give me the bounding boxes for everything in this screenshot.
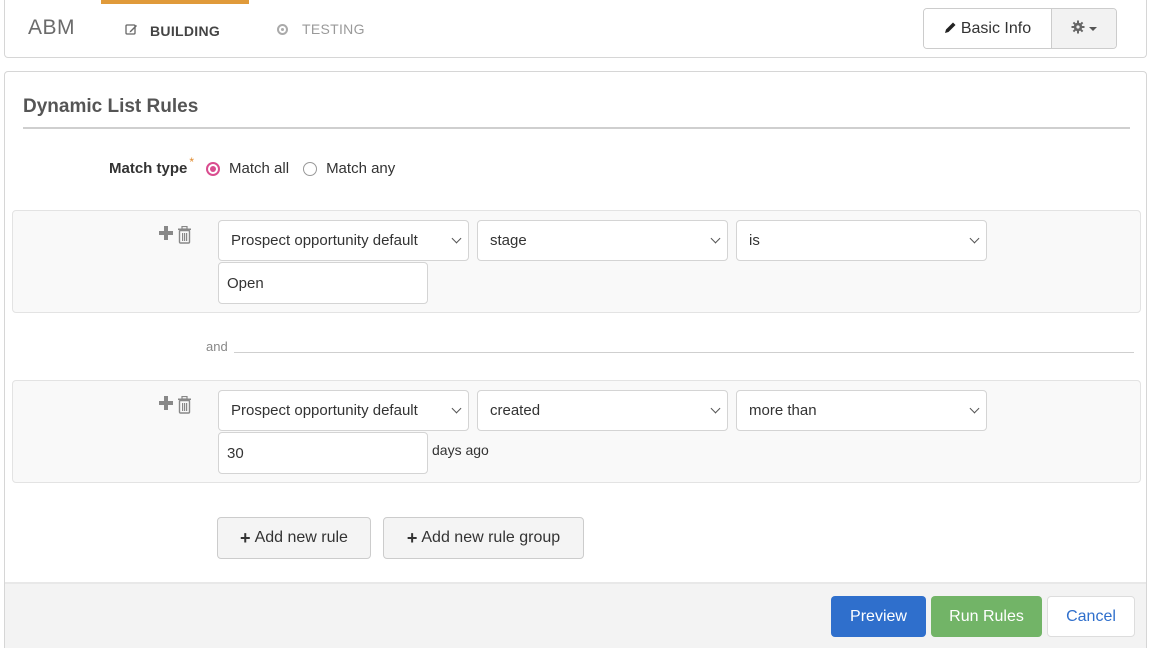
rule-row: Prospect opportunity default stage is Op… [12,210,1141,313]
tab-testing[interactable]: TESTING [277,0,365,58]
settings-dropdown-button[interactable] [1052,9,1116,48]
operator-select-value: more than [749,402,817,419]
caret-down-icon [1089,26,1097,31]
basic-info-button[interactable]: Basic Info [924,9,1052,48]
tab-testing-label: TESTING [302,21,365,37]
preview-button[interactable]: Preview [831,596,926,637]
connector-divider [234,352,1134,353]
plus-icon: + [406,527,418,548]
operator-select-value: is [749,232,760,249]
tab-building[interactable]: BUILDING [101,0,249,58]
pencil-icon [944,21,957,37]
field-select-value: created [490,402,541,419]
chevron-down-icon [451,233,462,244]
rule-actions [158,395,192,415]
operator-select[interactable]: is [736,220,987,261]
match-type-row: Match type * Match all Match any [109,155,409,178]
rule-row: Prospect opportunity default created mor… [12,380,1141,483]
add-icon[interactable] [158,395,174,415]
chevron-down-icon [710,233,721,244]
add-new-rule-group-label: Add new rule group [421,529,561,546]
panel-title: Dynamic List Rules [23,96,199,117]
rule-actions [158,225,192,245]
trash-icon[interactable] [177,225,192,244]
value-input[interactable]: 30 [218,432,428,474]
add-new-rule-button[interactable]: + Add new rule [217,517,371,559]
cancel-button[interactable]: Cancel [1047,596,1135,637]
run-rules-button[interactable]: Run Rules [931,596,1042,637]
title-divider [23,127,1130,129]
match-all-label[interactable]: Match all [229,160,289,177]
match-type-label: Match type [109,160,188,177]
object-select-value: Prospect opportunity default [231,402,418,419]
field-select-value: stage [490,232,527,249]
add-new-rule-label: Add new rule [254,529,348,546]
basic-info-label: Basic Info [960,19,1032,37]
gear-icon [1071,20,1085,38]
edit-icon [125,23,138,39]
header-button-group: Basic Info [923,8,1117,49]
operator-select[interactable]: more than [736,390,987,431]
add-new-rule-group-button[interactable]: + Add new rule group [383,517,584,559]
chevron-down-icon [710,403,721,414]
connector-label: and [206,339,228,354]
required-marker: * [189,154,195,169]
value-suffix: days ago [432,442,489,458]
tab-building-label: BUILDING [150,23,221,39]
chevron-down-icon [451,403,462,414]
top-nav: ABM BUILDING TESTING Basic Info [4,0,1147,58]
object-select[interactable]: Prospect opportunity default [218,390,469,431]
field-select[interactable]: stage [477,220,728,261]
brand-logo: ABM [28,16,76,39]
field-select[interactable]: created [477,390,728,431]
chevron-down-icon [969,403,980,414]
add-icon[interactable] [158,225,174,245]
panel-footer: Preview Run Rules Cancel [5,582,1146,648]
match-any-label[interactable]: Match any [326,160,395,177]
match-all-radio[interactable] [206,161,221,176]
rules-panel: Dynamic List Rules Match type * Match al… [4,71,1147,648]
chevron-down-icon [969,233,980,244]
target-icon [277,23,288,35]
object-select-value: Prospect opportunity default [231,232,418,249]
object-select[interactable]: Prospect opportunity default [218,220,469,261]
trash-icon[interactable] [177,395,192,414]
value-input[interactable]: Open [218,262,428,304]
match-any-radio[interactable] [303,161,318,176]
plus-icon: + [240,527,251,548]
